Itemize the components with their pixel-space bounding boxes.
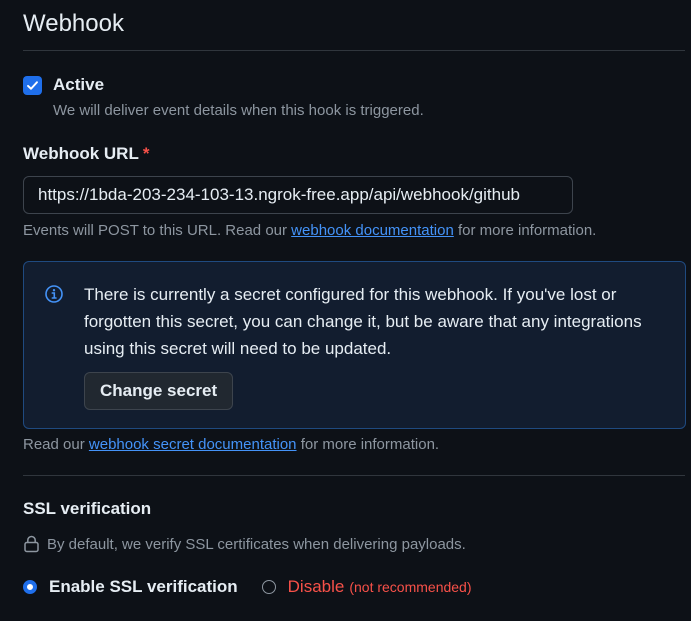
ssl-divider [23, 475, 685, 476]
section-title: Webhook [23, 10, 124, 37]
disable-ssl-label[interactable]: Disable (not recommended) [288, 577, 472, 597]
active-label[interactable]: Active [53, 75, 104, 95]
required-marker: * [142, 144, 150, 163]
not-recommended-note: (not recommended) [349, 579, 472, 595]
webhook-documentation-link[interactable]: webhook documentation [291, 222, 454, 239]
ssl-hint-text: By default, we verify SSL certificates w… [47, 535, 466, 553]
active-hint: We will deliver event details when this … [53, 102, 424, 119]
secret-notice: There is currently a secret configured f… [23, 261, 686, 429]
info-icon [45, 285, 63, 303]
ssl-options: Enable SSL verification Disable (not reco… [23, 577, 472, 597]
change-secret-button[interactable]: Change secret [84, 372, 234, 410]
ssl-heading: SSL verification [23, 499, 152, 518]
disable-ssl-label-text: Disable [287, 577, 345, 596]
webhook-url-hint: Events will POST to this URL. Read our w… [23, 222, 596, 239]
enable-ssl-label[interactable]: Enable SSL verification [49, 577, 238, 597]
webhook-url-label: Webhook URL * [23, 144, 149, 164]
webhook-settings-panel: Webhook Active We will deliver event det… [0, 0, 691, 621]
webhook-url-input[interactable] [23, 176, 573, 214]
secret-hint-text-after: for more information. [300, 436, 440, 453]
lock-icon [24, 535, 39, 553]
active-checkbox-row: Active [23, 75, 104, 95]
active-checkbox[interactable] [23, 75, 42, 95]
ssl-hint-row: By default, we verify SSL certificates w… [23, 535, 466, 553]
disable-ssl-radio[interactable] [261, 580, 276, 594]
url-hint-text-after: for more information. [457, 222, 597, 239]
section-divider [23, 50, 685, 51]
webhook-url-label-text: Webhook URL [23, 144, 139, 163]
checkmark-icon [27, 80, 38, 90]
secret-hint-text-before: Read our [23, 436, 85, 453]
url-hint-text-before: Events will POST to this URL. Read our [23, 222, 287, 239]
enable-ssl-radio[interactable] [23, 580, 37, 594]
secret-notice-message: There is currently a secret configured f… [84, 285, 642, 358]
secret-documentation-hint: Read our webhook secret documentation fo… [23, 436, 439, 453]
webhook-secret-documentation-link[interactable]: webhook secret documentation [89, 436, 297, 453]
